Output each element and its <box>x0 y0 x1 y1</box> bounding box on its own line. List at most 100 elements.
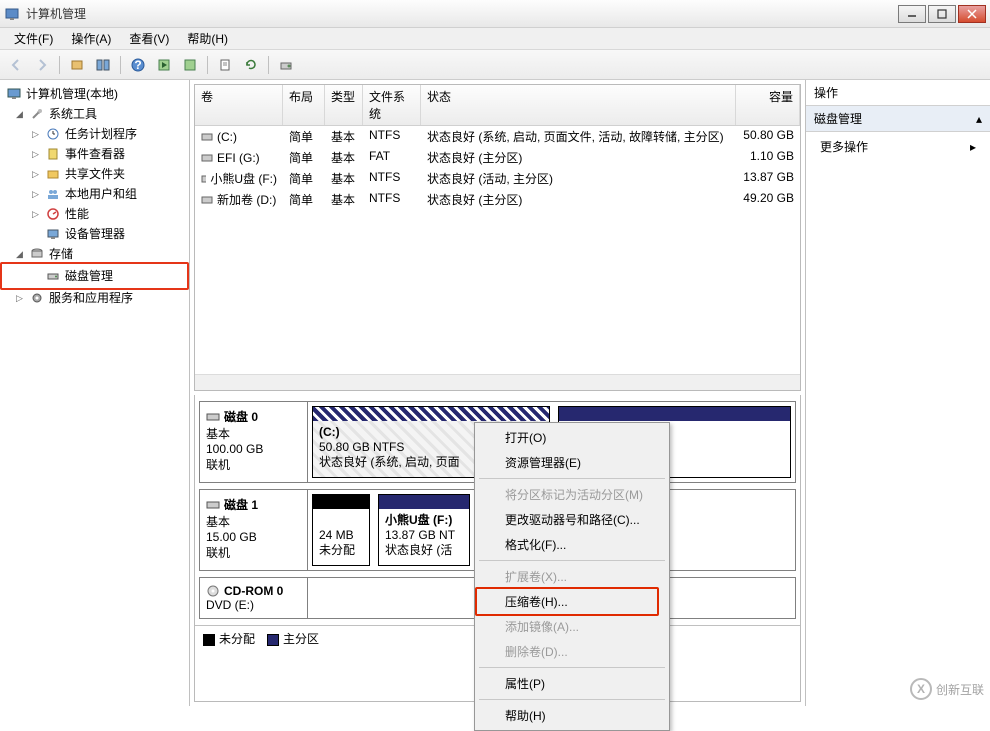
cdrom-icon <box>206 585 220 597</box>
tools-icon <box>29 106 45 122</box>
expand-icon[interactable]: ▷ <box>30 209 41 220</box>
tree-root[interactable]: 计算机管理(本地) <box>2 84 187 104</box>
toolbar-icon-2[interactable] <box>91 53 115 77</box>
cdrom-info[interactable]: CD-ROM 0 DVD (E:) <box>200 578 308 618</box>
horizontal-scrollbar[interactable] <box>195 374 800 390</box>
menu-view[interactable]: 查看(V) <box>121 28 177 49</box>
expand-icon[interactable]: ▷ <box>30 149 41 160</box>
ctx-extend: 扩展卷(X)... <box>477 564 667 589</box>
refresh-icon[interactable] <box>239 53 263 77</box>
ctx-explorer[interactable]: 资源管理器(E) <box>477 450 667 475</box>
toolbar: ? <box>0 50 990 80</box>
partition-unallocated[interactable]: 24 MB 未分配 <box>312 494 370 566</box>
event-icon <box>45 146 61 162</box>
titlebar: 计算机管理 <box>0 0 990 28</box>
ctx-add-mirror: 添加镜像(A)... <box>477 614 667 639</box>
watermark-logo-icon: X <box>910 678 932 700</box>
col-layout[interactable]: 布局 <box>283 85 325 125</box>
col-status[interactable]: 状态 <box>421 85 736 125</box>
table-row[interactable]: (C:)简单基本NTFS状态良好 (系统, 启动, 页面文件, 活动, 故障转储… <box>195 126 800 147</box>
ctx-shrink[interactable]: 压缩卷(H)... <box>477 589 657 614</box>
toolbar-icon-1[interactable] <box>65 53 89 77</box>
tree-label: 设备管理器 <box>65 225 125 243</box>
disk-icon <box>206 411 220 423</box>
ctx-format[interactable]: 格式化(F)... <box>477 532 667 557</box>
table-row[interactable]: EFI (G:)简单基本FAT状态良好 (主分区)1.10 GB <box>195 147 800 168</box>
menubar: 文件(F) 操作(A) 查看(V) 帮助(H) <box>0 28 990 50</box>
tree-local-users[interactable]: ▷ 本地用户和组 <box>2 184 187 204</box>
disk-1-info[interactable]: 磁盘 1 基本 15.00 GB 联机 <box>200 490 308 570</box>
collapse-icon[interactable]: ◢ <box>14 109 25 120</box>
tree-label: 任务计划程序 <box>65 125 137 143</box>
tree-pane: 计算机管理(本地) ◢ 系统工具 ▷ 任务计划程序 ▷ 事件查看器 ▷ 共享文件… <box>0 80 190 706</box>
ctx-open[interactable]: 打开(O) <box>477 425 667 450</box>
expand-icon[interactable]: ▷ <box>14 293 25 304</box>
expand-icon[interactable]: ▷ <box>30 129 41 140</box>
tree-label: 事件查看器 <box>65 145 125 163</box>
col-volume[interactable]: 卷 <box>195 85 283 125</box>
disk-icon <box>206 499 220 511</box>
folder-icon <box>45 166 61 182</box>
tree-label: 本地用户和组 <box>65 185 137 203</box>
table-header: 卷 布局 类型 文件系统 状态 容量 <box>195 85 800 126</box>
actions-section[interactable]: 磁盘管理 ▴ <box>806 106 990 132</box>
col-capacity[interactable]: 容量 <box>736 85 800 125</box>
toolbar-icon-6[interactable] <box>274 53 298 77</box>
storage-icon <box>29 246 45 262</box>
tree-shared-folders[interactable]: ▷ 共享文件夹 <box>2 164 187 184</box>
tree-storage[interactable]: ◢ 存储 <box>2 244 187 264</box>
watermark: X 创新互联 <box>910 678 984 700</box>
tree-label: 服务和应用程序 <box>49 289 133 307</box>
col-type[interactable]: 类型 <box>325 85 363 125</box>
tree-event-viewer[interactable]: ▷ 事件查看器 <box>2 144 187 164</box>
chevron-right-icon: ▸ <box>970 140 976 154</box>
minimize-button[interactable] <box>898 5 926 23</box>
legend-primary-icon <box>267 634 279 646</box>
toolbar-icon-3[interactable] <box>152 53 176 77</box>
tree-system-tools[interactable]: ◢ 系统工具 <box>2 104 187 124</box>
maximize-button[interactable] <box>928 5 956 23</box>
ctx-properties[interactable]: 属性(P) <box>477 671 667 696</box>
menu-action[interactable]: 操作(A) <box>63 28 119 49</box>
volume-table: 卷 布局 类型 文件系统 状态 容量 (C:)简单基本NTFS状态良好 (系统,… <box>194 84 801 391</box>
computer-icon <box>6 86 22 102</box>
table-row[interactable]: 小熊U盘 (F:)简单基本NTFS状态良好 (活动, 主分区)13.87 GB <box>195 168 800 189</box>
tree-device-manager[interactable]: ▷ 设备管理器 <box>2 224 187 244</box>
toolbar-icon-5[interactable] <box>213 53 237 77</box>
window-title: 计算机管理 <box>26 5 898 22</box>
partition-bar <box>379 495 469 509</box>
partition-f[interactable]: 小熊U盘 (F:) 13.87 GB NT 状态良好 (活 <box>378 494 470 566</box>
tree-services-apps[interactable]: ▷ 服务和应用程序 <box>2 288 187 308</box>
collapse-icon[interactable]: ◢ <box>14 249 25 260</box>
ctx-delete: 删除卷(D)... <box>477 639 667 664</box>
tree-label: 计算机管理(本地) <box>26 85 118 103</box>
ctx-change-letter[interactable]: 更改驱动器号和路径(C)... <box>477 507 667 532</box>
performance-icon <box>45 206 61 222</box>
tree-task-scheduler[interactable]: ▷ 任务计划程序 <box>2 124 187 144</box>
services-icon <box>29 290 45 306</box>
actions-more[interactable]: 更多操作 ▸ <box>806 132 990 161</box>
forward-button <box>30 53 54 77</box>
expand-icon[interactable]: ▷ <box>30 189 41 200</box>
disk-0-info[interactable]: 磁盘 0 基本 100.00 GB 联机 <box>200 402 308 482</box>
tree-disk-management[interactable]: ▷ 磁盘管理 <box>2 266 187 286</box>
help-icon[interactable]: ? <box>126 53 150 77</box>
clock-icon <box>45 126 61 142</box>
menu-help[interactable]: 帮助(H) <box>179 28 236 49</box>
tree-label: 性能 <box>65 205 89 223</box>
menu-file[interactable]: 文件(F) <box>6 28 61 49</box>
toolbar-icon-4[interactable] <box>178 53 202 77</box>
partition-bar <box>313 495 369 509</box>
ctx-help[interactable]: 帮助(H) <box>477 703 667 728</box>
col-fs[interactable]: 文件系统 <box>363 85 421 125</box>
table-row[interactable]: 新加卷 (D:)简单基本NTFS状态良好 (主分区)49.20 GB <box>195 189 800 210</box>
actions-pane: 操作 磁盘管理 ▴ 更多操作 ▸ <box>806 80 990 706</box>
users-icon <box>45 186 61 202</box>
close-button[interactable] <box>958 5 986 23</box>
tree-label: 存储 <box>49 245 73 263</box>
expand-icon[interactable]: ▷ <box>30 169 41 180</box>
tree-performance[interactable]: ▷ 性能 <box>2 204 187 224</box>
tree-label: 磁盘管理 <box>65 267 113 285</box>
tree-label: 共享文件夹 <box>65 165 125 183</box>
ctx-mark-active: 将分区标记为活动分区(M) <box>477 482 667 507</box>
